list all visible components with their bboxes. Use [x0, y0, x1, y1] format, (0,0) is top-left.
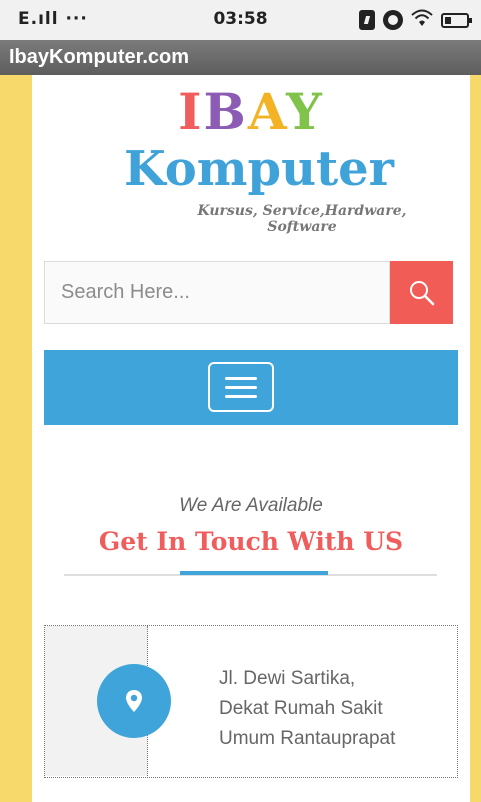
map-pin-icon — [126, 690, 142, 712]
section-divider-accent — [180, 571, 328, 575]
data-saver-icon — [359, 10, 375, 30]
tagline-line-2: Software — [267, 219, 337, 235]
browser-title-bar: IbayKomputer.com — [0, 40, 481, 75]
address-line: Umum Rantauprapat — [219, 728, 396, 749]
address-line: Jl. Dewi Sartika, — [219, 668, 356, 689]
search-input[interactable] — [45, 262, 389, 323]
section-title: Get In Touch With US — [98, 527, 404, 556]
logo-letter: A — [247, 82, 287, 141]
search-box — [44, 261, 390, 324]
search-icon — [409, 280, 434, 305]
status-bar: E.ıll ··· 03:58 — [0, 0, 481, 40]
search-button[interactable] — [390, 261, 453, 324]
map-pin-badge — [97, 664, 171, 738]
address-text: Jl. Dewi Sartika, Dekat Rumah Sakit Umum… — [219, 664, 449, 754]
logo-komputer[interactable]: Komputer — [32, 145, 470, 193]
alarm-icon — [383, 10, 403, 30]
address-card: Jl. Dewi Sartika, Dekat Rumah Sakit Umum… — [44, 625, 458, 778]
status-icons — [359, 8, 472, 32]
address-line: Dekat Rumah Sakit — [219, 698, 383, 719]
logo-letter: I — [178, 82, 204, 141]
nav-bar — [44, 350, 458, 425]
battery-icon — [441, 12, 472, 28]
hamburger-menu-icon — [225, 376, 257, 380]
logo-letter: B — [203, 82, 248, 141]
browser-title: IbayKomputer.com — [9, 46, 190, 68]
page-content: IBAY Komputer Kursus, Service,Hardware, … — [32, 75, 470, 802]
logo-letter: Y — [286, 82, 324, 141]
logo-tagline: Kursus, Service,Hardware, Software — [172, 203, 432, 235]
hamburger-menu-button[interactable] — [208, 362, 274, 412]
section-subtitle: We Are Available — [179, 495, 323, 516]
tagline-line-1: Kursus, Service,Hardware, — [197, 203, 407, 219]
wifi-icon — [411, 8, 433, 32]
logo-ibay[interactable]: IBAY — [32, 87, 470, 137]
